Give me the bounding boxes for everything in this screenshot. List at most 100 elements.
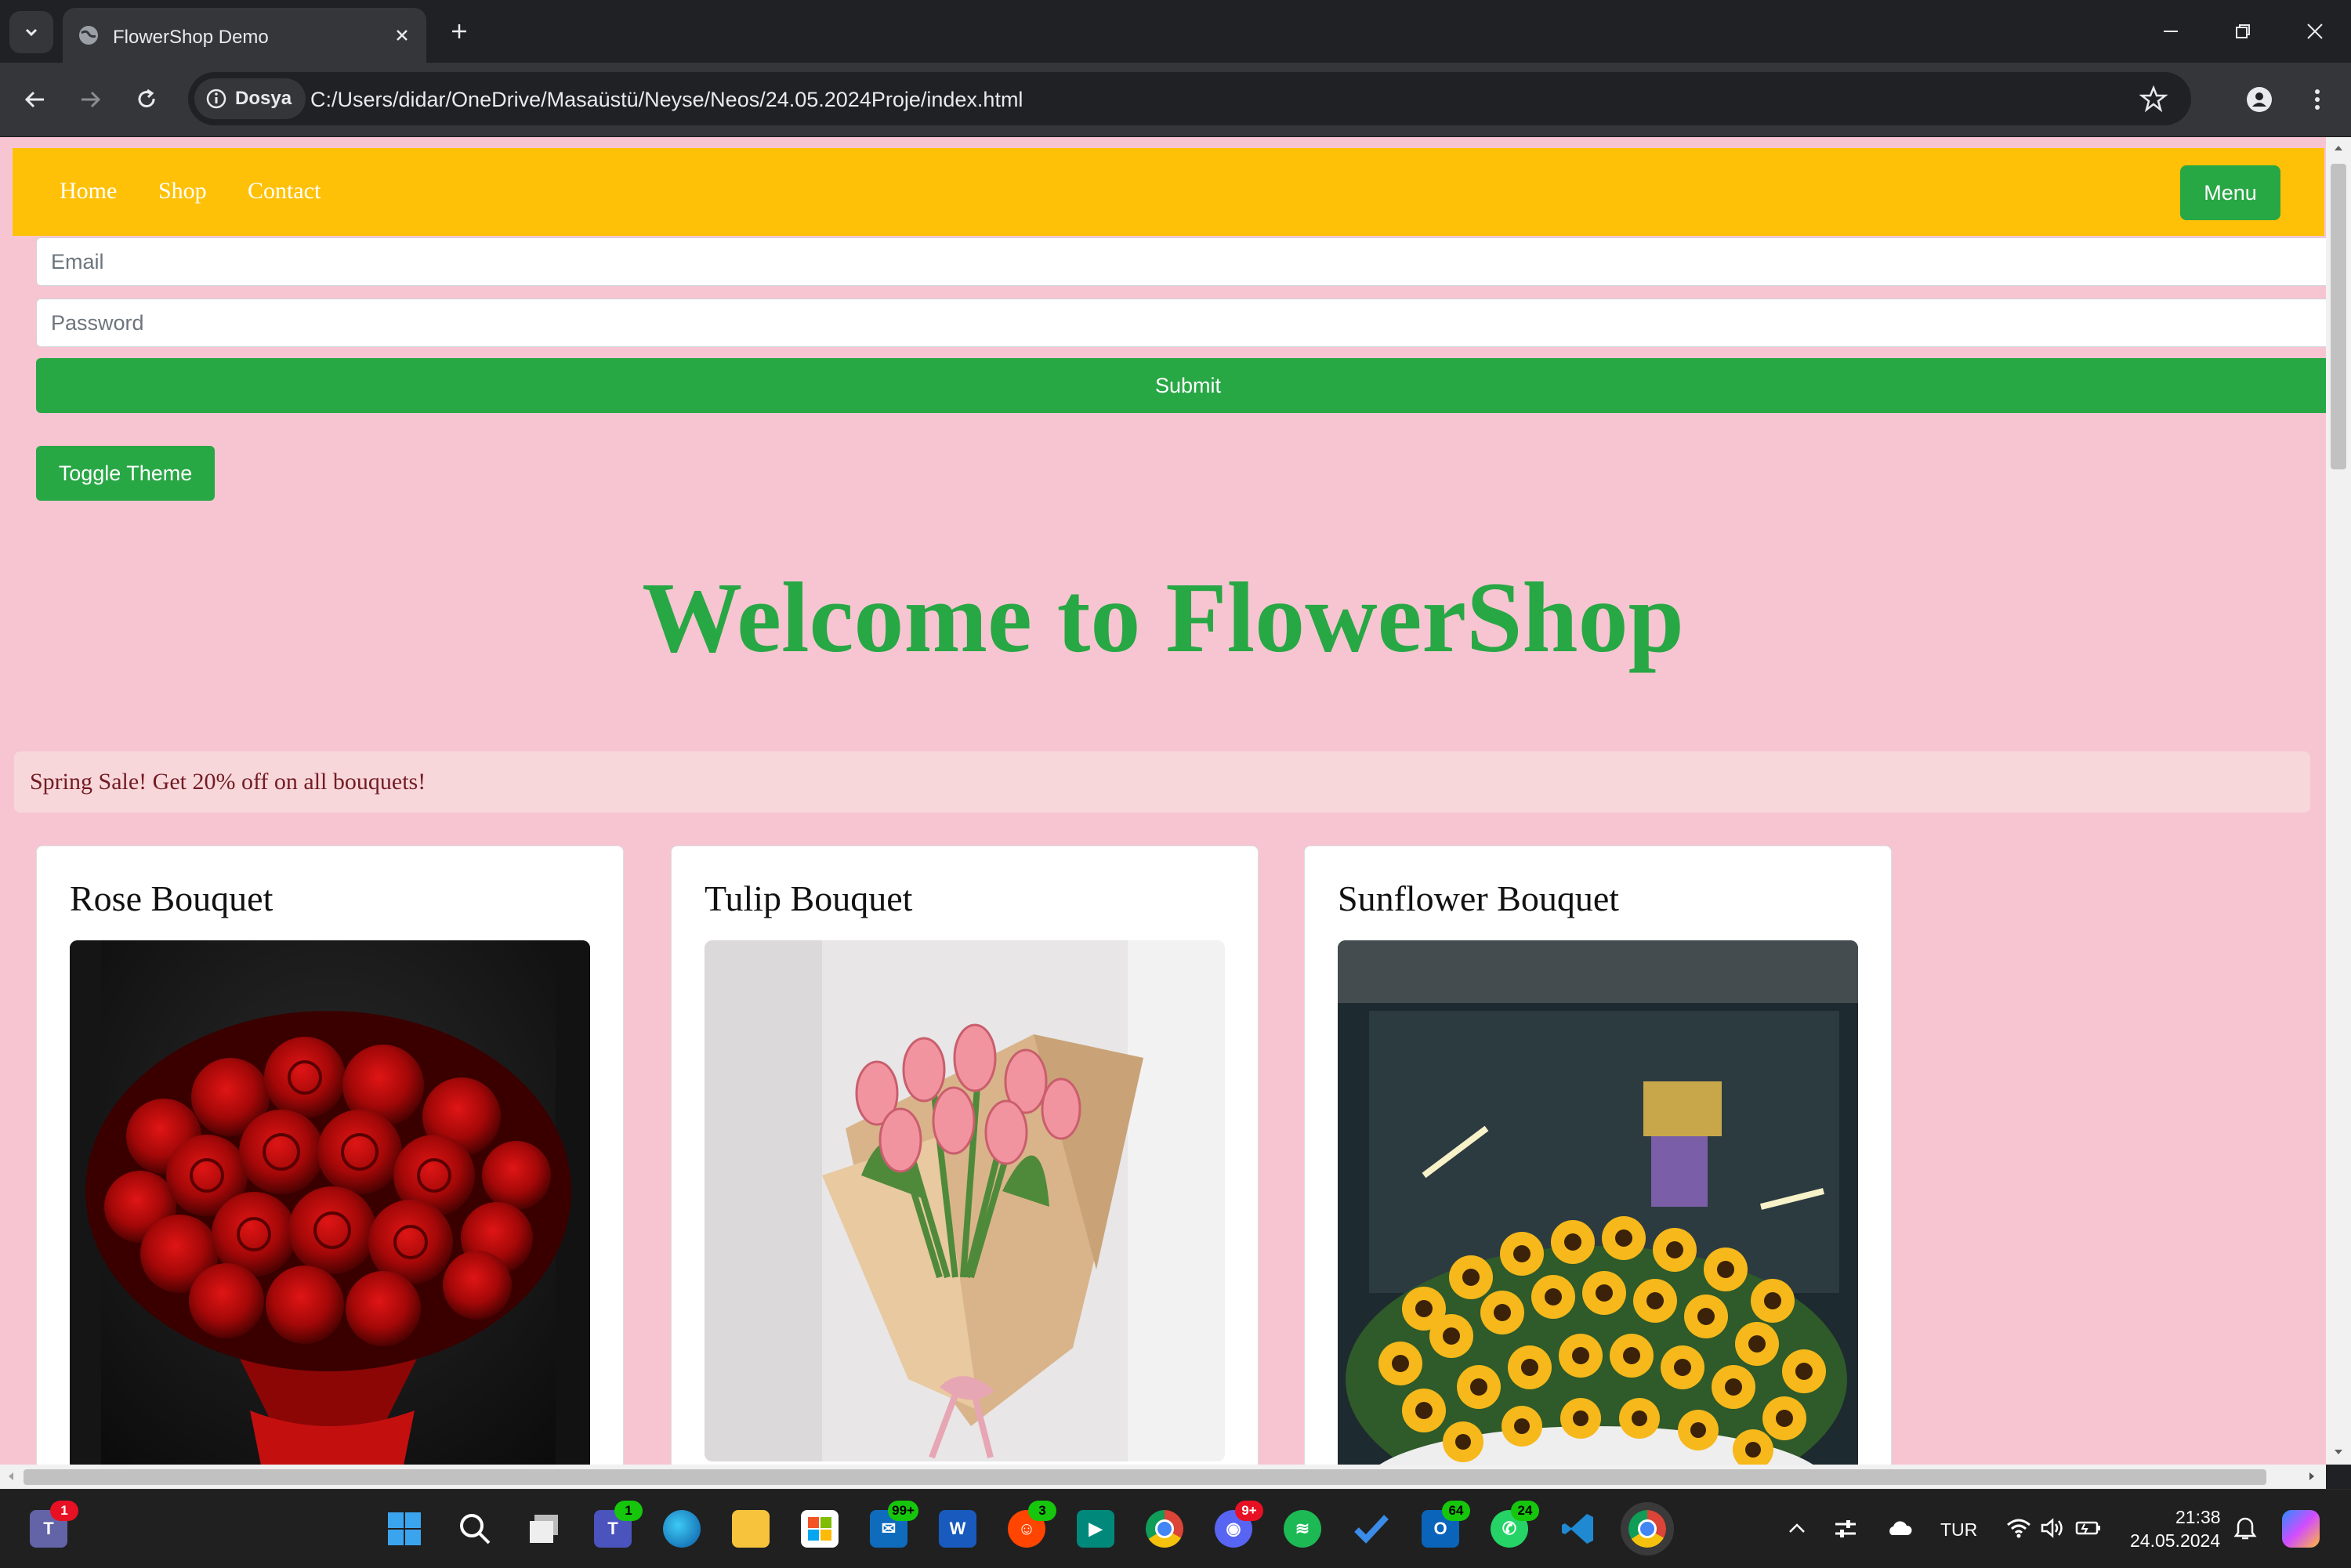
discord-icon[interactable]: ◉ 9+ <box>1215 1501 1263 1548</box>
page-viewport: Home Shop Contact Menu Email Password Su… <box>0 137 2326 1465</box>
search-icon[interactable] <box>456 1510 494 1548</box>
notification-badge: 9+ <box>1235 1501 1263 1521</box>
onedrive-cloud-icon[interactable] <box>1886 1519 1912 1537</box>
submit-button[interactable]: Submit <box>36 358 2326 413</box>
arrow-left-icon <box>24 91 44 108</box>
browser-tab[interactable]: FlowerShop Demo <box>63 8 426 63</box>
notification-badge: 64 <box>1442 1501 1470 1521</box>
tulip-bouquet-image <box>705 940 1225 1461</box>
sliders-icon[interactable] <box>1834 1518 1857 1540</box>
copilot-icon[interactable] <box>2282 1510 2320 1548</box>
browser-toolbar: Dosya C:/Users/didar/OneDrive/Masaüstü/N… <box>0 63 2351 137</box>
battery-icon[interactable] <box>2075 1518 2102 1538</box>
spotify-icon[interactable]: ≋ <box>1284 1510 1321 1548</box>
teams-icon[interactable]: T1 <box>594 1501 643 1548</box>
minimize-button[interactable] <box>2147 14 2194 49</box>
tab-strip: FlowerShop Demo <box>0 0 2351 63</box>
password-field[interactable]: Password <box>36 299 2326 347</box>
url-text: C:/Users/didar/OneDrive/Masaüstü/Neyse/N… <box>310 88 1023 111</box>
reddit-icon[interactable]: ☺ 3 <box>1008 1501 1056 1548</box>
reload-button[interactable] <box>127 80 166 119</box>
sale-alert: Spring Sale! Get 20% off on all bouquets… <box>14 751 2310 813</box>
vertical-scroll-thumb[interactable] <box>2331 164 2346 469</box>
tab-title: FlowerShop Demo <box>113 27 269 48</box>
chrome-icon[interactable] <box>1146 1510 1183 1548</box>
site-navbar: Home Shop Contact Menu <box>13 148 2324 236</box>
info-icon <box>206 89 226 109</box>
minimize-icon <box>2164 31 2178 32</box>
globe-icon <box>79 26 98 45</box>
teams-personal-icon[interactable]: T1 <box>30 1501 78 1548</box>
address-bar[interactable]: Dosya C:/Users/didar/OneDrive/Masaüstü/N… <box>188 72 2191 125</box>
clock-date[interactable]: 24.05.2024 <box>2130 1530 2220 1552</box>
browser-menu-button[interactable] <box>2298 80 2337 119</box>
tab-search-button[interactable] <box>9 11 53 53</box>
kebab-menu-icon <box>2315 89 2320 110</box>
meet-icon[interactable]: ▶ <box>1077 1510 1114 1548</box>
word-icon[interactable]: W <box>939 1510 976 1548</box>
edge-icon[interactable] <box>663 1510 701 1548</box>
product-title: Sunflower Bouquet <box>1338 878 1620 918</box>
nav-home-link[interactable]: Home <box>60 178 117 205</box>
toggle-theme-button[interactable]: Toggle Theme <box>36 446 215 501</box>
product-title: Rose Bouquet <box>70 878 273 918</box>
product-card: Sunflower Bouquet <box>1304 846 1892 1465</box>
site-chip-label: Dosya <box>235 88 292 109</box>
profile-button[interactable] <box>2240 80 2279 119</box>
nav-contact-link[interactable]: Contact <box>248 178 321 205</box>
restore-icon <box>2236 24 2250 38</box>
new-tab-button[interactable] <box>444 16 475 47</box>
windows-taskbar: T1 T1 ✉ 99+ W ☺ 3 ▶ ◉ 9+ ≋ O 64 ✆ 24 TUR 21:3… <box>0 1489 2351 1568</box>
whatsapp-icon[interactable]: ✆ 24 <box>1491 1501 1539 1548</box>
menu-button[interactable]: Menu <box>2180 165 2280 220</box>
site-info-chip[interactable]: Dosya <box>194 78 306 119</box>
language-indicator[interactable]: TUR <box>1940 1519 1977 1541</box>
notifications-bell-icon[interactable] <box>2233 1516 2257 1541</box>
volume-icon[interactable] <box>2041 1518 2064 1538</box>
show-hidden-icons-icon[interactable] <box>1788 1523 1806 1534</box>
horizontal-scroll-thumb[interactable] <box>24 1469 2266 1485</box>
product-card: Tulip Bouquet <box>671 846 1259 1465</box>
notification-badge: 3 <box>1028 1501 1056 1521</box>
microsoft-store-icon[interactable] <box>801 1510 839 1548</box>
mail-icon[interactable]: ✉ 99+ <box>870 1501 918 1548</box>
clock-time[interactable]: 21:38 <box>2175 1507 2221 1528</box>
chevron-down-icon <box>25 28 38 37</box>
arrow-right-icon <box>82 91 101 108</box>
product-title: Tulip Bouquet <box>705 878 913 918</box>
notification-badge: 1 <box>50 1501 78 1521</box>
plus-icon <box>452 24 466 38</box>
scroll-left-icon[interactable] <box>6 1472 16 1481</box>
close-icon <box>2307 24 2323 39</box>
scroll-down-icon[interactable] <box>2334 1447 2343 1457</box>
scroll-right-icon[interactable] <box>2307 1472 2317 1481</box>
vscode-icon[interactable] <box>1559 1510 1597 1548</box>
chrome-active-icon[interactable] <box>1621 1502 1674 1555</box>
nav-shop-link[interactable]: Shop <box>158 178 207 205</box>
windows-start-icon[interactable] <box>386 1510 423 1548</box>
back-button[interactable] <box>16 80 55 119</box>
wifi-icon[interactable] <box>2006 1518 2031 1538</box>
sunflower-bouquet-image <box>1338 940 1858 1465</box>
restore-button[interactable] <box>2219 14 2266 49</box>
todo-icon[interactable] <box>1353 1510 1390 1548</box>
task-view-icon[interactable] <box>525 1510 563 1548</box>
reload-icon <box>138 89 155 107</box>
page-title: Welcome to FlowerShop <box>642 562 1684 673</box>
close-tab-icon[interactable] <box>389 22 415 49</box>
email-field[interactable]: Email <box>36 237 2326 286</box>
outlook-icon[interactable]: O 64 <box>1422 1501 1470 1548</box>
rose-bouquet-image <box>70 940 590 1465</box>
file-explorer-icon[interactable] <box>732 1510 770 1548</box>
horizontal-scrollbar[interactable] <box>0 1465 2326 1489</box>
vertical-scrollbar[interactable] <box>2326 137 2351 1465</box>
product-card: Rose Bouquet <box>36 846 624 1465</box>
profile-icon <box>2247 87 2272 112</box>
notification-badge: 99+ <box>888 1501 918 1521</box>
close-window-button[interactable] <box>2291 14 2338 49</box>
forward-button[interactable] <box>71 80 110 119</box>
bookmark-star-icon[interactable] <box>2139 85 2168 113</box>
notification-badge: 1 <box>614 1501 643 1521</box>
notification-badge: 24 <box>1511 1501 1539 1521</box>
scroll-up-icon[interactable] <box>2334 143 2343 153</box>
